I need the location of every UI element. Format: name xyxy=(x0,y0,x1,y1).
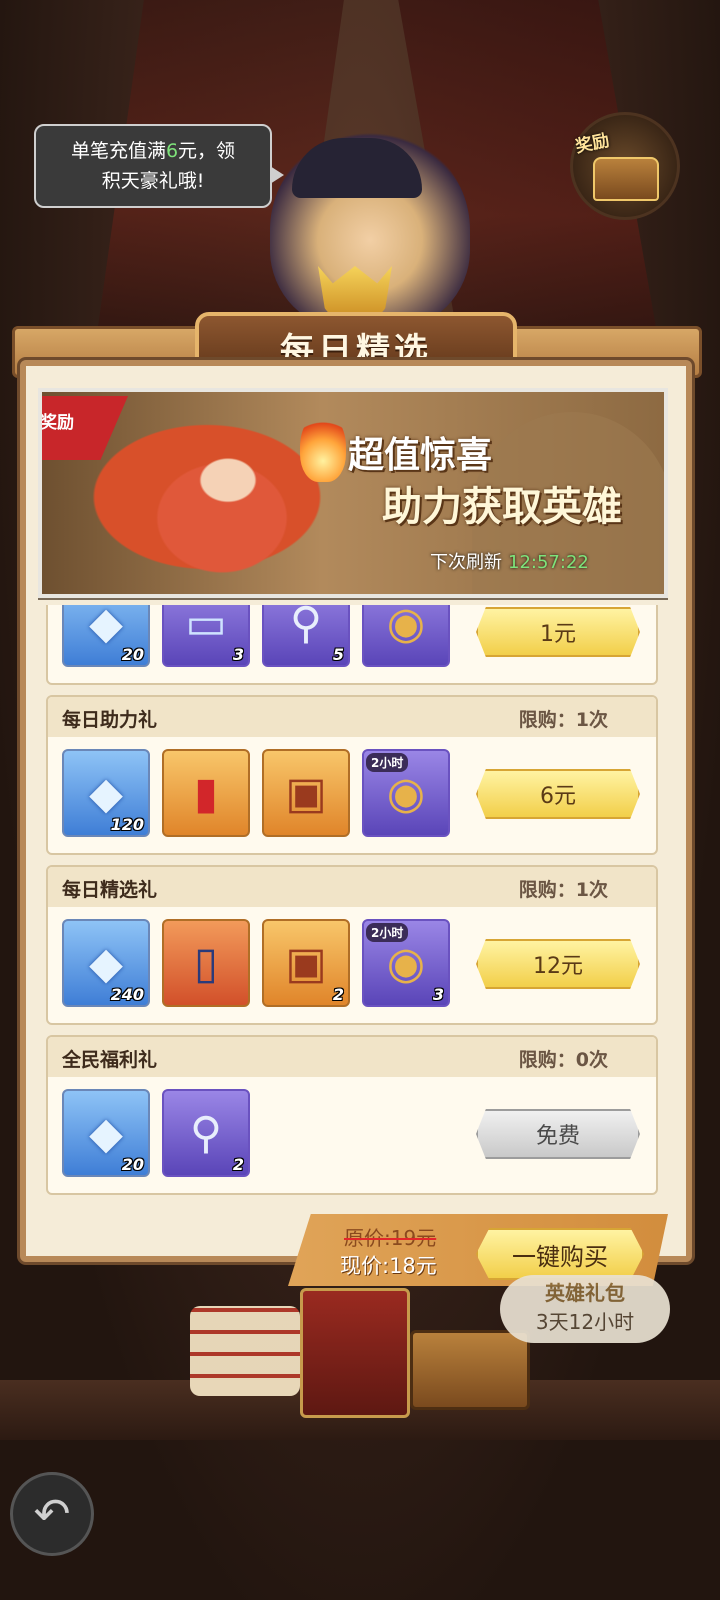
back-button[interactable]: ↶ xyxy=(10,1472,94,1556)
offer-items: ◆ 20 ▭ 3 ⚲ 5 ◉ xyxy=(62,605,450,667)
treasure-chest-icon xyxy=(593,157,659,201)
item-slot[interactable]: 2小时 ◉ xyxy=(362,749,450,837)
hero-card-icon: ▯ xyxy=(193,937,219,989)
bubble-text-b: 元，领 xyxy=(178,140,236,162)
item-slot[interactable]: ◆ 20 xyxy=(62,1089,150,1177)
buy-all-button[interactable]: 一键购买 xyxy=(476,1228,644,1280)
duration-tag: 2小时 xyxy=(366,753,409,772)
back-arrow-icon: ↶ xyxy=(33,1488,71,1540)
refresh-label: 下次刷新 xyxy=(430,552,502,573)
item-slot[interactable]: ◆ 240 xyxy=(62,919,150,1007)
item-quantity: 120 xyxy=(110,815,144,834)
chest-icon: ▣ xyxy=(285,767,327,819)
offer-items: ◆ 120 ▮ ▣ 2小时 ◉ xyxy=(62,749,450,837)
bubble-text-line2: 积天豪礼哦! xyxy=(101,170,205,192)
offer-items: ◆ 240 ▯ ▣ 2 2小时 ◉ 3 xyxy=(62,919,450,1007)
offer-name: 每日助力礼 xyxy=(62,709,158,731)
item-quantity: 20 xyxy=(121,645,144,664)
item-slot[interactable]: ▣ xyxy=(262,749,350,837)
item-slot[interactable]: ◆ 20 xyxy=(62,605,150,667)
magnifier-icon: ⚲ xyxy=(189,1107,223,1159)
chest-icon: ▣ xyxy=(285,937,327,989)
item-quantity: 3 xyxy=(232,645,244,664)
offer-list[interactable]: ◆ 20 ▭ 3 ⚲ 5 ◉ 1元 每日助力礼 限购：1次 ◆ 120 ▮ ▣ 2小时 ◉… xyxy=(46,605,658,1200)
item-quantity: 3 xyxy=(432,985,444,1004)
offer-card: ◆ 20 ▭ 3 ⚲ 5 ◉ 1元 xyxy=(46,605,658,685)
card-icon: ▭ xyxy=(185,605,227,649)
offer-name: 每日精选礼 xyxy=(62,879,158,901)
red-card-icon: ▮ xyxy=(193,767,219,819)
item-slot[interactable]: ▯ xyxy=(162,919,250,1007)
offer-name: 全民福利礼 xyxy=(62,1049,158,1071)
item-slot[interactable]: ⚲ 5 xyxy=(262,605,350,667)
magnifier-icon: ⚲ xyxy=(289,605,323,649)
bubble-highlight: 6 xyxy=(165,140,179,162)
free-claim-button[interactable]: 免费 xyxy=(476,1109,640,1159)
gold-bag-icon: ◉ xyxy=(386,937,426,989)
item-slot[interactable]: ⚲ 2 xyxy=(162,1089,250,1177)
item-quantity: 2 xyxy=(232,1155,244,1174)
coin-bag-icon: ◉ xyxy=(386,605,426,649)
item-slot[interactable]: ▭ 3 xyxy=(162,605,250,667)
refresh-timer: 下次刷新 12:57:22 xyxy=(430,548,589,574)
item-quantity: 5 xyxy=(332,645,344,664)
item-quantity: 240 xyxy=(110,985,144,1004)
offer-card: 全民福利礼 限购：0次 ◆ 20 ⚲ 2 免费 xyxy=(46,1035,658,1195)
original-price: 原价:19元 xyxy=(344,1226,437,1250)
refresh-time: 12:57:22 xyxy=(508,552,589,573)
offer-card: 每日精选礼 限购：1次 ◆ 240 ▯ ▣ 2 2小时 ◉ 3 12元 xyxy=(46,865,658,1025)
current-price: 现价:18元 xyxy=(340,1254,437,1278)
reward-chest-label: 奖励 xyxy=(573,130,612,158)
banner-subtitle: 助力获取英雄 xyxy=(382,484,622,530)
offer-card: 每日助力礼 限购：1次 ◆ 120 ▮ ▣ 2小时 ◉ 6元 xyxy=(46,695,658,855)
promo-banner: 奖励 超值惊喜 助力获取英雄 下次刷新 12:57:22 xyxy=(38,388,668,598)
item-slot[interactable]: ◆ 120 xyxy=(62,749,150,837)
purchase-limit: 限购：0次 xyxy=(518,1049,608,1071)
gold-bag-icon: ◉ xyxy=(386,767,426,819)
hero-pack-button[interactable]: 英雄礼包 3天12小时 xyxy=(500,1275,670,1343)
banner-title: 超值惊喜 xyxy=(348,435,493,476)
item-slot[interactable]: ▣ 2 xyxy=(262,919,350,1007)
reward-chest-button[interactable]: 奖励 xyxy=(570,112,680,220)
buy-button[interactable]: 12元 xyxy=(476,939,640,989)
item-slot[interactable]: 2小时 ◉ 3 xyxy=(362,919,450,1007)
item-slot[interactable]: ▮ xyxy=(162,749,250,837)
hero-pack-timer: 3天12小时 xyxy=(535,1310,635,1334)
hero-pack-title: 英雄礼包 xyxy=(545,1281,625,1305)
offer-items: ◆ 20 ⚲ 2 xyxy=(62,1089,250,1177)
book-decoration xyxy=(300,1288,410,1418)
item-quantity: 2 xyxy=(332,985,344,1004)
speech-bubble: 单笔充值满6元，领 积天豪礼哦! xyxy=(34,124,284,208)
buy-button[interactable]: 1元 xyxy=(476,607,640,657)
item-slot[interactable]: ◉ xyxy=(362,605,450,667)
gold-chest-decoration xyxy=(410,1330,530,1410)
flame-icon xyxy=(300,412,346,482)
diamond-icon: ◆ xyxy=(89,605,123,649)
buy-button[interactable]: 6元 xyxy=(476,769,640,819)
purchase-limit: 限购：1次 xyxy=(518,709,608,731)
purchase-limit: 限购：1次 xyxy=(518,879,608,901)
bubble-text-a: 单笔充值满 xyxy=(70,140,166,162)
item-quantity: 20 xyxy=(121,1155,144,1174)
diamond-icon: ◆ xyxy=(89,1107,123,1159)
diamond-icon: ◆ xyxy=(89,937,123,989)
diamond-icon: ◆ xyxy=(89,767,123,819)
scroll-decoration xyxy=(190,1306,300,1396)
duration-tag: 2小时 xyxy=(366,923,409,942)
